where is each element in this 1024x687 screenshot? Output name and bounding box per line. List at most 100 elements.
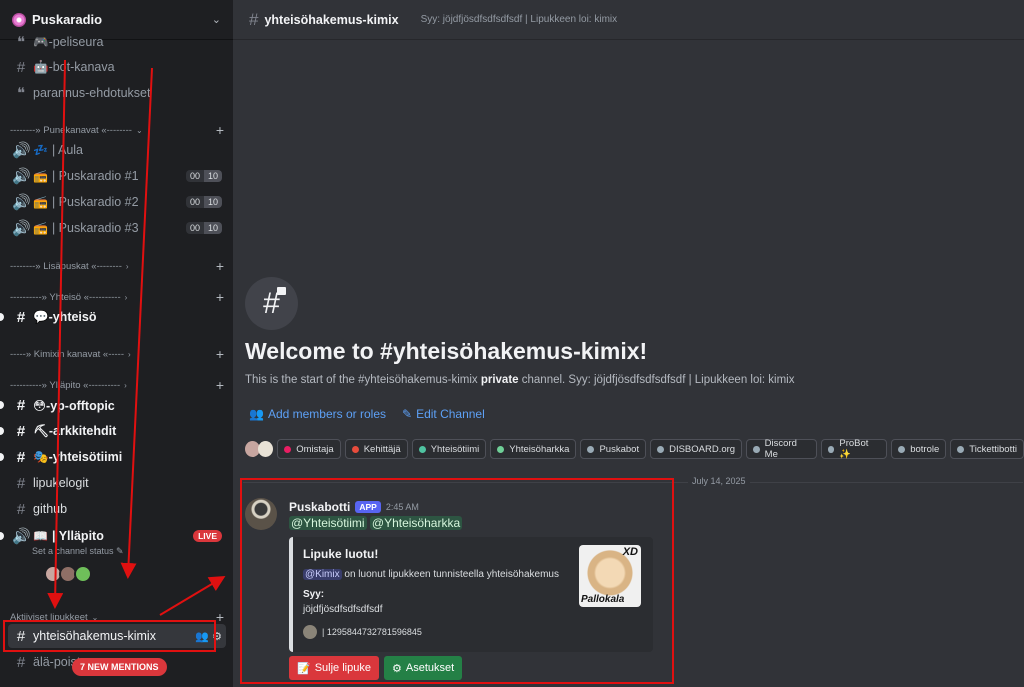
- add-channel-icon[interactable]: +: [216, 346, 224, 362]
- role-color-dot: [827, 445, 835, 453]
- avatar[interactable]: [258, 441, 274, 457]
- channel-label: yhteisöhakemus-kimix: [33, 629, 156, 643]
- add-channel-icon[interactable]: +: [216, 377, 224, 393]
- role-chip[interactable]: Yhteisöharkka: [490, 439, 577, 459]
- forum-icon: ❝: [16, 85, 26, 102]
- message-author[interactable]: Puskabotti: [289, 500, 350, 514]
- channel-label: 🤖-bot-kanava: [33, 59, 115, 74]
- role-chip[interactable]: Yhteisötiimi: [411, 439, 487, 459]
- channel-yhteisotiimi[interactable]: # 🎭-yhteisötiimi: [0, 445, 226, 469]
- role-mention[interactable]: @Yhteisötiimi: [289, 516, 367, 530]
- channel-yp-offtopic[interactable]: # 😳-yp-offtopic: [0, 393, 226, 417]
- speaker-icon: 🔊: [12, 194, 31, 211]
- add-members-icon[interactable]: 👥: [195, 630, 209, 643]
- add-channel-icon[interactable]: +: [216, 289, 224, 305]
- role-chip[interactable]: botrole: [891, 439, 947, 459]
- avatar: [303, 625, 317, 639]
- channel-sidebar: Puskaradio ⌄ ❝ 🎮-peliseura # 🤖-bot-kanav…: [0, 0, 233, 687]
- message-content: @Yhteisötiimi @Yhteisöharkka: [289, 516, 463, 530]
- role-color-dot: [497, 445, 505, 453]
- message-header: Puskabotti APP 2:45 AM: [289, 500, 419, 514]
- embed-description: @Kimix on luonut lipukkeen tunnisteella …: [303, 569, 559, 580]
- edit-channel-button[interactable]: ✎ Edit Channel: [402, 407, 485, 421]
- close-ticket-button[interactable]: 📝 Sulje lipuke: [289, 656, 379, 680]
- channel-label: 😳-yp-offtopic: [33, 398, 115, 413]
- channel-label: 🎮-peliseura: [33, 34, 104, 49]
- category-kimixin-kanavat[interactable]: -----» Kimixin kanavat «----- › +: [10, 346, 224, 362]
- user-count: 00: [185, 170, 204, 182]
- role-color-dot: [284, 445, 292, 453]
- user-count: 00: [185, 196, 204, 208]
- role-mention[interactable]: @Yhteisöharkka: [369, 516, 463, 530]
- gear-icon[interactable]: ⚙: [212, 630, 222, 643]
- date-divider-line: [243, 482, 1023, 483]
- role-chip[interactable]: Tickettibotti: [950, 439, 1024, 459]
- button-label: Add members or roles: [267, 407, 386, 421]
- forum-icon: ❝: [16, 34, 26, 51]
- add-members-button[interactable]: 👥 Add members or roles: [249, 407, 386, 421]
- add-channel-icon[interactable]: +: [216, 258, 224, 274]
- add-channel-icon[interactable]: +: [216, 609, 224, 625]
- voice-puskaradio-3[interactable]: 🔊 📻 | Puskaradio #3 00 10: [8, 216, 226, 240]
- role-chip[interactable]: DISBOARD.org: [650, 439, 743, 459]
- channel-yhteisohakemus-kimix[interactable]: # yhteisöhakemus-kimix 👥 ⚙: [8, 624, 226, 648]
- role-label: botrole: [910, 443, 940, 455]
- channel-peliseura[interactable]: ❝ 🎮-peliseura: [8, 30, 226, 54]
- button-label: Sulje lipuke: [314, 662, 371, 674]
- embed-thumbnail[interactable]: XD Pallokala: [579, 545, 641, 607]
- channel-lipukelogit[interactable]: # lipukelogit: [8, 471, 226, 495]
- hash-icon: #: [16, 500, 26, 518]
- speaker-icon: 🔊: [12, 142, 31, 159]
- avatar[interactable]: [74, 565, 92, 583]
- role-label: Yhteisötiimi: [430, 443, 480, 455]
- channel-github[interactable]: # github: [8, 497, 226, 521]
- role-chip[interactable]: ProBot ✨: [820, 438, 888, 460]
- category-yllapito[interactable]: ----------» Ylläpito «---------- › +: [10, 377, 224, 393]
- voice-puskaradio-2[interactable]: 🔊 📻 | Puskaradio #2 00 10: [8, 190, 226, 214]
- hash-icon: #: [16, 653, 26, 671]
- settings-button[interactable]: ⚙ Asetukset: [384, 656, 463, 680]
- add-channel-icon[interactable]: +: [216, 122, 224, 138]
- new-mentions-pill[interactable]: 7 NEW MENTIONS: [72, 658, 167, 676]
- channel-parannus-ehdotukset[interactable]: ❝ parannus-ehdotukset: [8, 81, 226, 105]
- role-label: Puskabot: [599, 443, 640, 455]
- channel-topic[interactable]: Syy: jöjdfjösdfsdfsdfsdf | Lipukkeen loi…: [411, 14, 618, 25]
- voice-puskaradio-1[interactable]: 🔊 📻 | Puskaradio #1 00 10: [8, 164, 226, 188]
- stage-yllapito[interactable]: 🔊 📖 | Ylläpito LIVE: [0, 524, 226, 548]
- user-mention[interactable]: @Kimix: [303, 569, 342, 580]
- category-label: --------» Punekanavat «--------: [10, 124, 132, 136]
- user-count: 00: [185, 222, 204, 234]
- voice-participants[interactable]: [44, 565, 92, 583]
- role-chip[interactable]: Kehittäjä: [344, 439, 408, 459]
- channel-label: 🎭-yhteisötiimi: [33, 449, 123, 464]
- category-yhteiso[interactable]: ----------» Yhteisö «---------- › +: [10, 289, 224, 305]
- hash-icon: #: [16, 396, 26, 414]
- set-channel-status[interactable]: Set a channel status ✎: [32, 546, 124, 557]
- role-label: Omistaja: [296, 443, 334, 455]
- avatar[interactable]: [245, 498, 277, 530]
- channel-yhteiso[interactable]: # 💬-yhteisö: [0, 305, 226, 329]
- channel-arkkitehdit[interactable]: # ⛏-arkkitehdit: [0, 419, 226, 443]
- embed-field-label: Syy:: [303, 589, 325, 600]
- date-divider: July 14, 2025: [688, 476, 750, 486]
- speaker-icon: 🔊: [12, 220, 31, 237]
- user-limit-value: 10: [203, 170, 222, 182]
- role-chip[interactable]: Puskabot: [580, 439, 647, 459]
- category-punekanavat[interactable]: --------» Punekanavat «-------- ⌄ +: [10, 122, 224, 138]
- role-color-dot: [351, 445, 359, 453]
- embed-field-value: jöjdfjösdfsdfsdfsdf: [303, 604, 383, 615]
- category-aktiiviset-lipukkeet[interactable]: Aktiiviset lipukkeet ⌄ +: [10, 609, 224, 625]
- stage-icon: 🔊: [12, 528, 31, 545]
- voice-aula[interactable]: 🔊 💤 | Aula: [8, 138, 226, 162]
- channel-emoji: 💤: [33, 143, 48, 157]
- channel-bot-kanava[interactable]: # 🤖-bot-kanava: [8, 55, 226, 79]
- category-lisapuskat[interactable]: --------» Lisäpuskat «-------- › +: [10, 258, 224, 274]
- private-hash-icon: #: [16, 627, 26, 645]
- role-label: DISBOARD.org: [669, 443, 736, 455]
- role-chip[interactable]: Discord Me: [746, 438, 817, 460]
- hash-icon: #: [16, 448, 26, 466]
- welcome-subtitle-text: This is the start of the #yhteisöhakemus…: [245, 374, 481, 386]
- lock-icon: [277, 287, 286, 295]
- channel-label: lipukelogit: [33, 476, 89, 490]
- role-chip[interactable]: Omistaja: [277, 439, 341, 459]
